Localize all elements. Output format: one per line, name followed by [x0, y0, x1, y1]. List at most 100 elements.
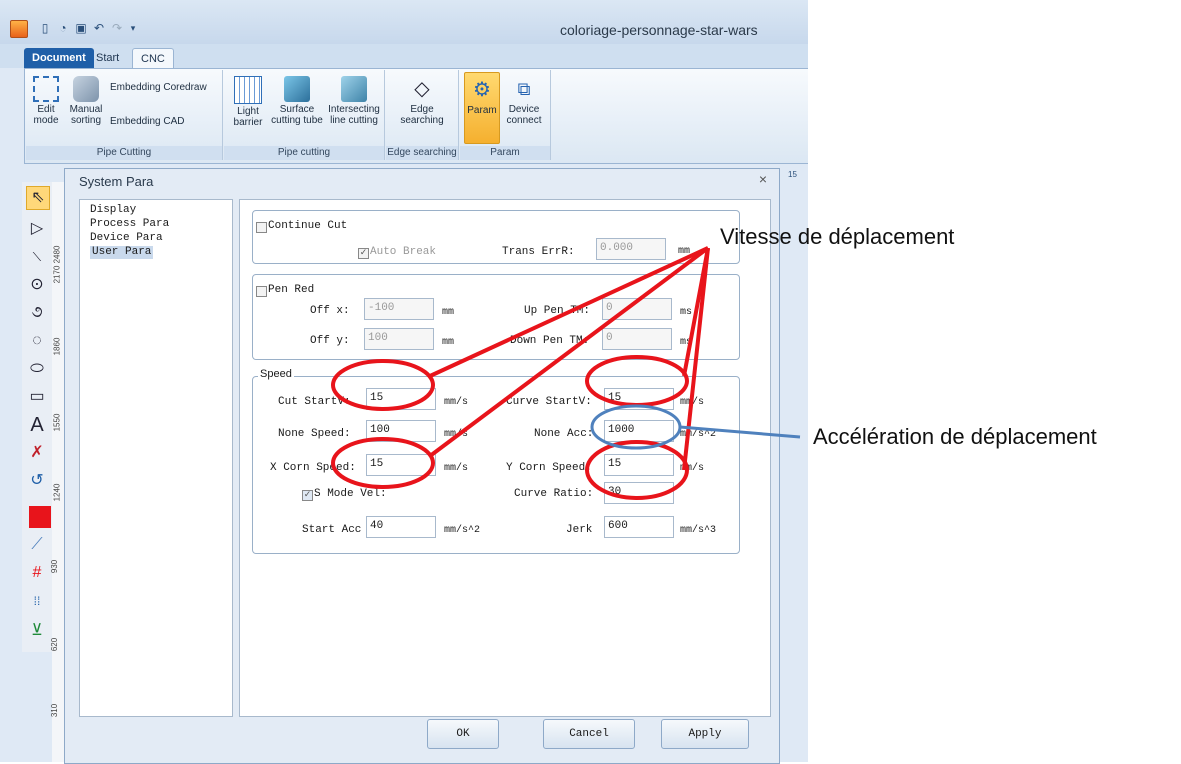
none-speed-input[interactable]: 100 — [366, 420, 436, 442]
edit-mode-button[interactable]: Edit mode — [30, 76, 62, 126]
undo-icon[interactable]: ↶ — [92, 21, 106, 35]
curve-ratio-input[interactable]: 30 — [604, 482, 674, 504]
embedding-coredraw-button[interactable]: Embedding Coredraw — [110, 82, 220, 93]
ruler-mark: 620 — [50, 637, 60, 652]
cut-startv-unit: mm/s — [444, 397, 469, 408]
settings-tree: Display Process Para Device Para User Pa… — [79, 199, 233, 717]
trans-err-input[interactable]: 0.000 — [596, 238, 666, 260]
down-pen-unit: ms — [680, 337, 693, 348]
intersecting-line-cutting-icon — [341, 76, 367, 102]
off-y-label: Off y: — [310, 335, 350, 347]
node-edit-tool-icon[interactable]: ▷ — [26, 218, 48, 240]
cut-startv-input[interactable]: 15 — [366, 388, 436, 410]
none-acc-input[interactable]: 1000 — [604, 420, 674, 442]
s-mode-label: S Mode Vel: — [314, 488, 387, 500]
close-icon[interactable]: × — [755, 171, 771, 187]
y-corn-speed-input[interactable]: 15 — [604, 454, 674, 476]
arc-tool-icon[interactable]: ◌ — [26, 330, 48, 352]
off-x-input[interactable]: -100 — [364, 298, 434, 320]
group-label: Edge searching — [386, 146, 458, 160]
device-connect-icon: ⧉ — [517, 79, 531, 99]
apply-button[interactable]: Apply — [661, 719, 749, 749]
save-icon[interactable]: ▣ — [74, 21, 88, 35]
settings-panel: Continue Cut ✓ Auto Break Trans ErrR: 0.… — [239, 199, 771, 717]
select-tool-icon[interactable]: ⇖ — [26, 186, 50, 210]
pen-red-label: Pen Red — [268, 284, 315, 296]
off-y-input[interactable]: 100 — [364, 328, 434, 350]
auto-break-label: Auto Break — [370, 246, 437, 258]
group-param: ⚙ Param ⧉ Device connect Param — [460, 70, 551, 160]
pen-red-checkbox[interactable] — [256, 286, 267, 297]
open-file-icon[interactable]: ◔ — [56, 21, 70, 35]
annotation-acceleration: Accélération de déplacement — [813, 424, 1097, 449]
x-corn-speed-unit: mm/s — [444, 463, 469, 474]
tab-start[interactable]: Start — [88, 48, 127, 68]
trans-err-label: Trans ErrR: — [502, 246, 575, 258]
ellipse-tool-icon[interactable]: ⬭ — [26, 358, 48, 380]
curve-startv-input[interactable]: 15 — [604, 388, 674, 410]
new-file-icon[interactable]: ▯ — [38, 21, 52, 35]
down-pen-input[interactable]: 0 — [602, 328, 672, 350]
group-edge-searching: ◇ Edge searching Edge searching — [386, 70, 459, 160]
tab-cnc[interactable]: CNC — [132, 48, 174, 69]
up-pen-input[interactable]: 0 — [602, 298, 672, 320]
tab-document[interactable]: Document — [24, 48, 94, 68]
app-logo-icon[interactable] — [10, 20, 28, 38]
ruler-mark: 1240 — [52, 483, 62, 502]
x-corn-speed-input[interactable]: 15 — [366, 454, 436, 476]
continue-cut-checkbox[interactable] — [256, 222, 267, 233]
ruler-mark: 1550 — [52, 413, 62, 432]
spiral-tool-icon[interactable]: ૭ — [26, 302, 48, 324]
speed-group-label: Speed — [258, 368, 294, 380]
measure-tool-icon[interactable]: ⟋ — [26, 534, 48, 556]
none-acc-unit: mm/s^2 — [680, 429, 717, 440]
embedding-cad-button[interactable]: Embedding CAD — [110, 116, 220, 127]
point-tool-icon[interactable]: ✗ — [26, 442, 48, 464]
rotate-tool-icon[interactable]: ↺ — [26, 470, 48, 492]
ruler-mark: 2480 — [52, 245, 62, 264]
fill-color-icon[interactable] — [29, 506, 51, 528]
quick-access-dropdown-icon[interactable]: ▾ — [126, 21, 140, 35]
intersecting-line-cutting-button[interactable]: Intersecting line cutting — [326, 76, 382, 126]
none-speed-unit: mm/s — [444, 429, 469, 440]
surface-cutting-tube-button[interactable]: Surface cutting tube — [270, 76, 324, 126]
edge-searching-button[interactable]: ◇ Edge searching — [394, 76, 450, 126]
manual-sorting-button[interactable]: Manual sorting — [66, 76, 106, 126]
curve-startv-unit: mm/s — [680, 397, 705, 408]
dialog-title: System Para — [79, 174, 154, 189]
line-tool-icon[interactable]: ⟍ — [26, 246, 48, 268]
window-title: coloriage-personnage-star-wars — [560, 22, 758, 38]
tree-item-process-para[interactable]: Process Para — [90, 218, 169, 231]
param-button[interactable]: ⚙ Param — [464, 72, 500, 144]
grid-tool-icon[interactable]: # — [26, 562, 48, 584]
surface-cutting-tube-icon — [284, 76, 310, 102]
top-ruler-mark: 15 — [788, 170, 797, 179]
group-label: Pipe cutting — [224, 146, 384, 160]
text-tool-icon[interactable]: A — [26, 414, 48, 436]
circle-tool-icon[interactable]: ⊙ — [26, 274, 48, 296]
none-speed-label: None Speed: — [278, 428, 351, 440]
ruler-mark: 2170 — [52, 265, 62, 284]
ruler-mark: 310 — [50, 703, 60, 718]
baseline-tool-icon[interactable]: ⊻ — [26, 620, 48, 642]
s-mode-checkbox[interactable]: ✓ — [302, 490, 313, 501]
ok-button[interactable]: OK — [427, 719, 499, 749]
dot-array-tool-icon[interactable]: ⁞⁞ — [26, 590, 48, 612]
annotation-vitesse: Vitesse de déplacement — [720, 224, 955, 249]
light-barrier-button[interactable]: Light barrier — [228, 76, 268, 128]
redo-icon[interactable]: ↷ — [110, 21, 124, 35]
rectangle-tool-icon[interactable]: ▭ — [26, 386, 48, 408]
device-connect-button[interactable]: ⧉ Device connect — [504, 76, 544, 126]
tree-item-user-para[interactable]: User Para — [90, 246, 154, 259]
jerk-input[interactable]: 600 — [604, 516, 674, 538]
jerk-label: Jerk — [566, 524, 593, 536]
y-corn-speed-unit: mm/s — [680, 463, 705, 474]
trans-err-unit: mm — [678, 246, 691, 257]
tree-item-device-para[interactable]: Device Para — [90, 232, 163, 245]
cancel-button[interactable]: Cancel — [543, 719, 635, 749]
auto-break-checkbox[interactable]: ✓ — [358, 248, 369, 259]
up-pen-label: Up Pen TM: — [524, 305, 591, 317]
start-acc-input[interactable]: 40 — [366, 516, 436, 538]
ruler-mark: 1860 — [52, 337, 62, 356]
tree-item-display[interactable]: Display — [90, 204, 136, 217]
